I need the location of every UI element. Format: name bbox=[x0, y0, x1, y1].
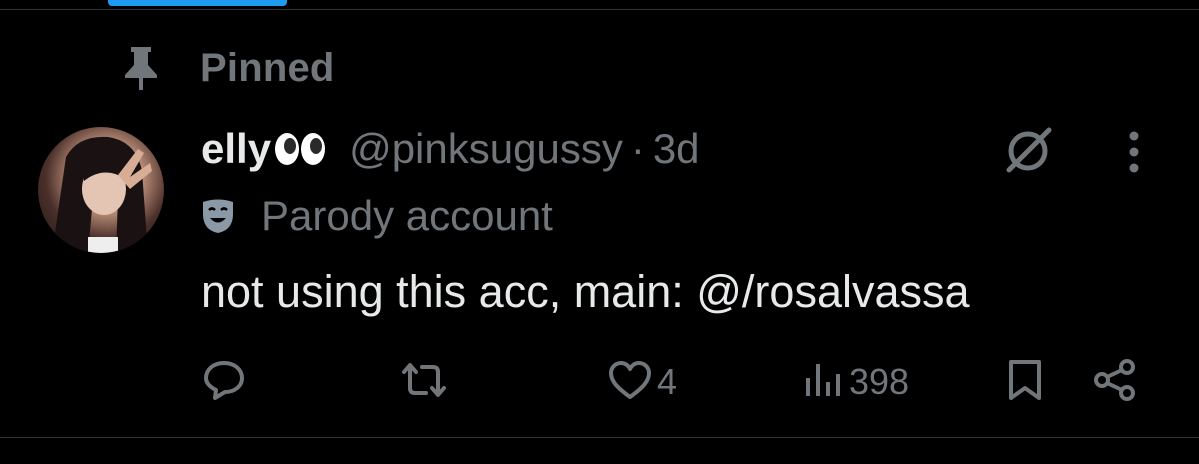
parody-label-text: Parody account bbox=[261, 192, 553, 239]
tweet-header: elly @pinksugussy · 3d bbox=[201, 122, 700, 176]
display-name[interactable]: elly bbox=[201, 125, 271, 173]
bookmark-icon bbox=[1005, 358, 1045, 407]
share-button[interactable] bbox=[1092, 357, 1138, 407]
eyes-emoji-icon bbox=[273, 131, 329, 167]
bottom-divider bbox=[0, 437, 1199, 438]
separator-dot: · bbox=[630, 125, 645, 172]
parody-account-label: Parody account bbox=[201, 190, 553, 242]
reply-button[interactable] bbox=[202, 357, 246, 407]
user-handle[interactable]: @pinksugussy bbox=[349, 125, 623, 173]
tweet-time[interactable]: 3d bbox=[653, 125, 700, 173]
tweet-text: not using this acc, main: @/rosalvassa bbox=[201, 266, 970, 317]
reply-icon bbox=[202, 358, 246, 407]
more-icon[interactable] bbox=[1119, 128, 1149, 176]
views-count: 398 bbox=[849, 361, 910, 402]
views-icon bbox=[803, 360, 845, 405]
parody-mask-icon bbox=[201, 198, 235, 234]
grok-icon[interactable] bbox=[1003, 124, 1055, 176]
views-button[interactable]: 398 bbox=[803, 357, 909, 407]
share-icon bbox=[1092, 358, 1138, 407]
retweet-icon bbox=[398, 358, 450, 407]
pin-icon bbox=[118, 45, 164, 91]
top-divider bbox=[0, 9, 1199, 10]
retweet-button[interactable] bbox=[398, 357, 450, 407]
active-tab-indicator bbox=[108, 0, 287, 6]
like-count: 4 bbox=[657, 361, 678, 402]
pinned-indicator: Pinned bbox=[118, 44, 335, 92]
avatar[interactable] bbox=[38, 127, 164, 253]
like-icon bbox=[607, 359, 653, 406]
bookmark-button[interactable] bbox=[1005, 357, 1045, 407]
like-button[interactable]: 4 bbox=[607, 357, 677, 407]
pinned-label: Pinned bbox=[200, 45, 335, 90]
